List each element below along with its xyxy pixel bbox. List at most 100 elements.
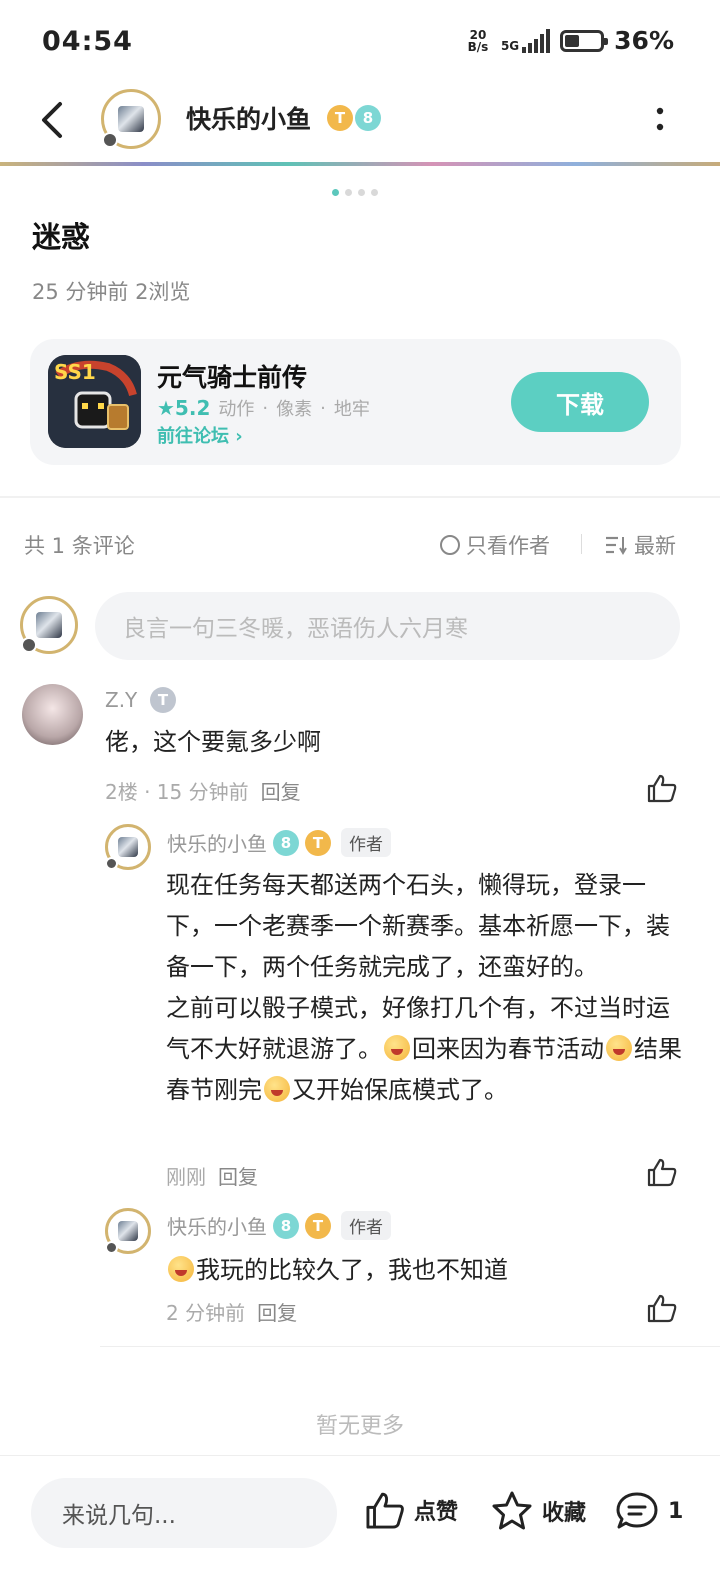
comment-meta: 2楼 · 15 分钟前 回复 — [105, 776, 301, 805]
reply-text-part: 我玩的比较久了，我也不知道 — [196, 1256, 508, 1284]
avatar-pendant-icon — [21, 637, 37, 653]
bottom-comment-input[interactable]: 来说几句... — [31, 1478, 337, 1548]
author-tag: 作者 — [341, 828, 391, 857]
reply-time: 刚刚 — [166, 1165, 206, 1189]
favorite-label: 收藏 — [542, 1501, 587, 1526]
reply-author[interactable]: 快乐的小鱼 — [167, 828, 267, 857]
favorite-button[interactable]: 收藏 — [490, 1490, 586, 1532]
carousel-dot — [358, 189, 365, 196]
image-banner-strip[interactable] — [0, 162, 720, 166]
carousel-dot — [345, 189, 352, 196]
avatar-pendant-icon — [105, 1241, 118, 1254]
laugh-emoji-icon — [264, 1076, 290, 1102]
reply-text-part: 又开始保底模式了。 — [292, 1076, 508, 1104]
back-arrow-icon — [42, 102, 62, 138]
reply-time: 2 分钟前 — [166, 1301, 246, 1325]
divider — [100, 1346, 720, 1347]
more-button[interactable] — [652, 105, 668, 135]
post-title: 迷惑 — [32, 220, 91, 254]
divider — [0, 1455, 720, 1456]
like-icon[interactable] — [646, 773, 678, 803]
avatar-image — [118, 837, 138, 857]
comment-input[interactable]: 良言一句三冬暖，恶语伤人六月寒 — [95, 592, 680, 660]
only-author-toggle[interactable]: 只看作者 — [440, 530, 550, 560]
only-author-label: 只看作者 — [466, 534, 550, 558]
title-badge-icon: T — [305, 829, 331, 856]
reply-text: 现在任务每天都送两个石头，懒得玩，登录一下，一个老赛季一个新赛季。基本祈愿一下，… — [166, 865, 682, 1111]
battery-icon — [560, 29, 609, 52]
reply-meta: 刚刚 回复 — [166, 1161, 258, 1190]
thumbs-up-icon — [366, 1492, 404, 1529]
comment-button[interactable]: 1 — [614, 1490, 683, 1532]
page-title: 快乐的小鱼 — [186, 105, 312, 134]
carousel-indicator — [332, 189, 378, 196]
no-more-text: 暂无更多 — [315, 1414, 404, 1439]
avatar-pendant-icon — [105, 857, 118, 870]
laugh-emoji-icon — [168, 1256, 194, 1282]
comment-time: 2楼 · 15 分钟前 — [105, 780, 249, 804]
game-art-icon: SS1 — [48, 355, 141, 448]
reply-button[interactable]: 回复 — [261, 780, 301, 804]
download-button[interactable]: 下载 — [511, 372, 649, 432]
header-badges: T 8 — [327, 105, 381, 131]
level-badge-icon: 8 — [355, 105, 381, 131]
like-icon[interactable] — [646, 1157, 678, 1187]
my-avatar — [20, 596, 78, 654]
game-name: 元气骑士前传 — [157, 363, 308, 392]
smile-emoji-icon — [384, 1035, 410, 1061]
comment-author[interactable]: Z.Y — [105, 688, 137, 712]
svg-text:SS1: SS1 — [54, 360, 96, 384]
network-type: 5G — [500, 38, 520, 53]
sort-label: 最新 — [634, 534, 676, 558]
reply-header: 快乐的小鱼 8 T 作者 — [167, 1211, 391, 1240]
reply-button[interactable]: 回复 — [218, 1165, 258, 1189]
more-vertical-icon — [656, 107, 664, 131]
reply-header: 快乐的小鱼 8 T 作者 — [167, 828, 391, 857]
reply-meta: 2 分钟前 回复 — [166, 1297, 297, 1326]
post-meta: 25 分钟前 2浏览 — [32, 280, 191, 304]
reply-avatar[interactable] — [105, 824, 151, 870]
reply-paragraph: 之前可以骰子模式，好像打几个有，不过当时运气不大好就退游了。 回来因为春节活动 结果… — [166, 988, 682, 1111]
game-info: ★5.2 动作 · 像素 · 地牢 — [157, 396, 370, 420]
status-icons: 20 B/s 5G 36% — [465, 26, 674, 55]
game-icon[interactable]: SS1 — [48, 355, 141, 448]
net-speed-unit: B/s — [467, 39, 489, 54]
reply-text: 我玩的比较久了，我也不知道 — [166, 1250, 508, 1291]
status-time: 04:54 — [42, 26, 133, 57]
reply-text-part: 回来因为春节活动 — [412, 1035, 604, 1063]
battery-percent: 36% — [614, 26, 674, 55]
avatar-pendant-icon — [102, 132, 118, 148]
game-tag: 地牢 — [333, 399, 370, 420]
title-badge-icon: T — [305, 1212, 331, 1239]
comment-count-label: 1 — [668, 1498, 684, 1524]
comment-count: 共 1 条评论 — [24, 534, 135, 558]
game-tag: 像素 — [276, 399, 313, 420]
sort-button[interactable]: 最新 — [604, 530, 676, 560]
signal-icon: 5G — [500, 28, 551, 53]
laugh-emoji-icon — [606, 1035, 632, 1061]
comment-text: 佬，这个要氪多少啊 — [105, 728, 321, 756]
back-button[interactable] — [34, 98, 74, 142]
divider — [581, 534, 582, 554]
reply-author[interactable]: 快乐的小鱼 — [167, 1211, 267, 1240]
like-post-button[interactable]: 点赞 — [364, 1490, 458, 1530]
reply-button[interactable]: 回复 — [257, 1301, 297, 1325]
author-tag: 作者 — [341, 1211, 391, 1240]
commenter-avatar[interactable] — [22, 684, 83, 745]
comment-bubble-icon — [616, 1492, 658, 1529]
forum-link[interactable]: 前往论坛 › — [157, 422, 243, 448]
carousel-dot — [371, 189, 378, 196]
like-icon[interactable] — [646, 1293, 678, 1323]
radio-circle-icon — [440, 535, 460, 555]
reply-avatar[interactable] — [105, 1208, 151, 1254]
sort-icon — [606, 536, 627, 555]
avatar-image — [118, 106, 144, 132]
title-badge-icon: T — [150, 687, 176, 713]
net-speed-value: 20 — [469, 27, 487, 42]
like-label: 点赞 — [414, 1500, 459, 1525]
level-badge-icon: 8 — [273, 829, 299, 856]
header-avatar[interactable] — [101, 89, 161, 149]
game-tag: 动作 — [218, 399, 255, 420]
avatar-image — [118, 1221, 138, 1241]
reply-paragraph: 现在任务每天都送两个石头，懒得玩，登录一下，一个老赛季一个新赛季。基本祈愿一下，… — [166, 871, 670, 981]
